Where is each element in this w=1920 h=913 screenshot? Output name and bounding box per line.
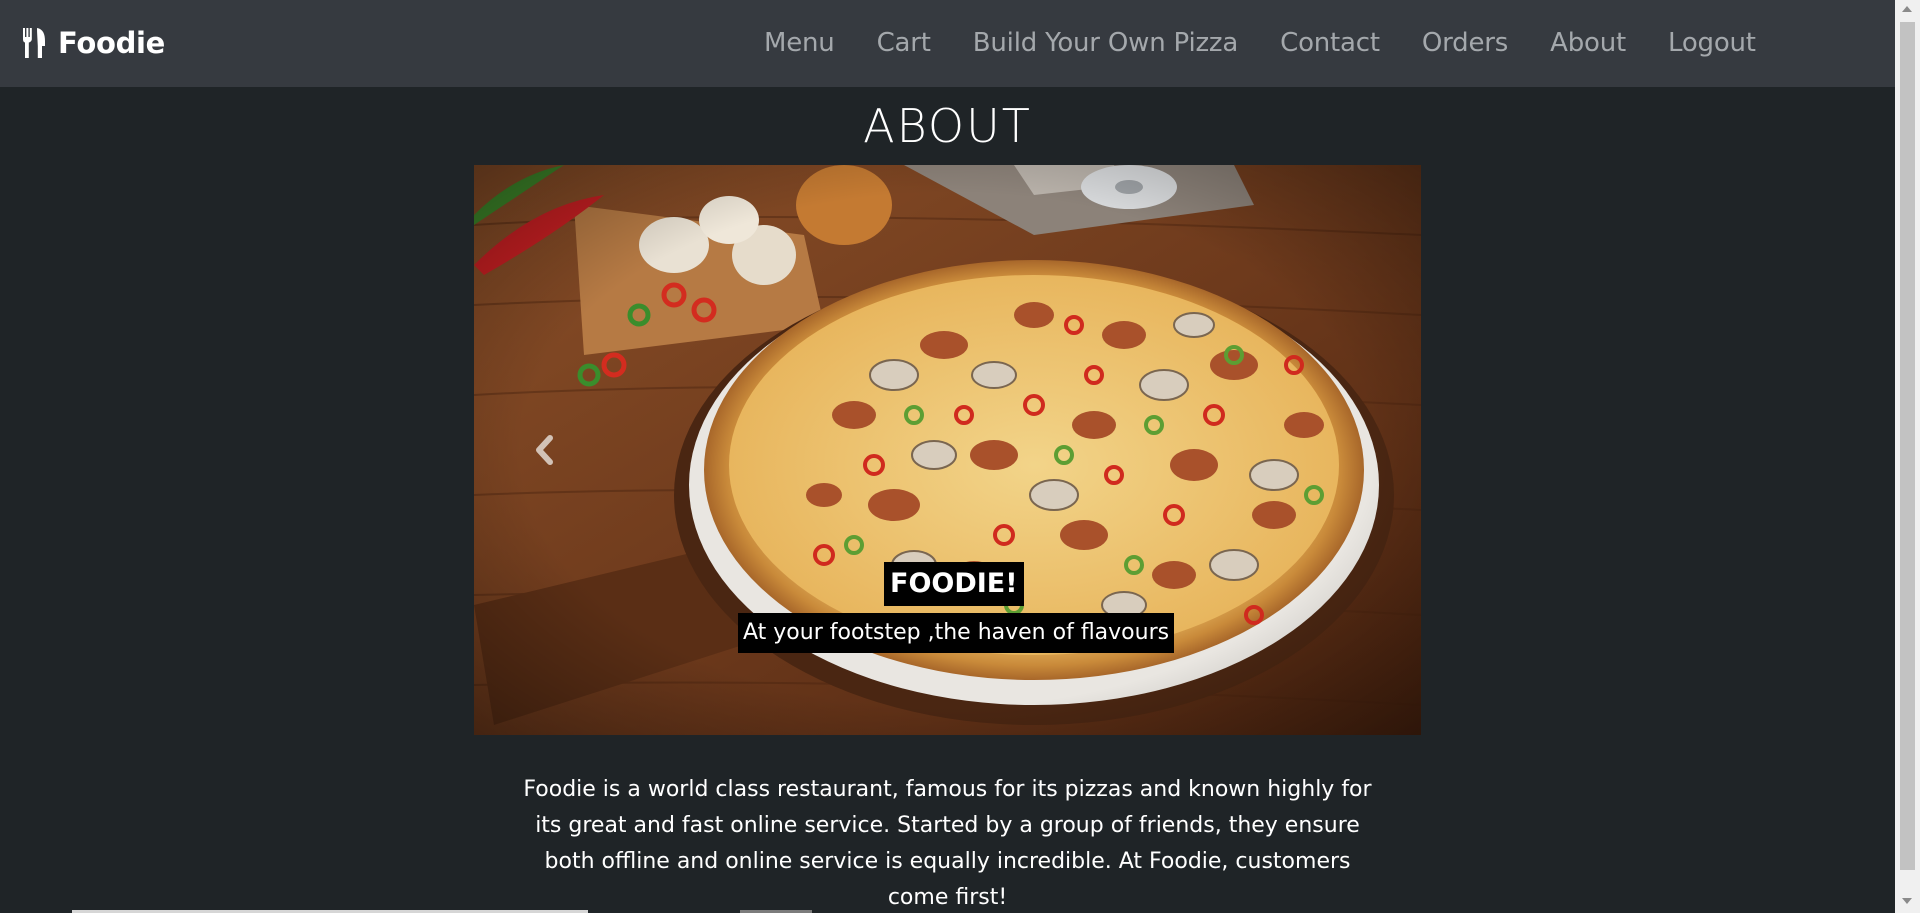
nav-orders[interactable]: Orders bbox=[1422, 28, 1508, 58]
page: Foodie Menu Cart Build Your Own Pizza Co… bbox=[0, 0, 1920, 913]
nav-build-your-own-pizza[interactable]: Build Your Own Pizza bbox=[973, 28, 1239, 58]
carousel-caption-title: FOODIE! bbox=[884, 562, 1024, 606]
scroll-up-arrow-icon[interactable] bbox=[1902, 6, 1912, 12]
nav-cart[interactable]: Cart bbox=[877, 28, 931, 58]
about-carousel[interactable]: FOODIE! At your footstep ,the haven of f… bbox=[474, 165, 1421, 735]
brand-link[interactable]: Foodie bbox=[22, 24, 165, 62]
nav-logout[interactable]: Logout bbox=[1668, 28, 1756, 58]
nav-about[interactable]: About bbox=[1550, 28, 1626, 58]
page-title: ABOUT bbox=[863, 99, 1032, 153]
vertical-scrollbar[interactable] bbox=[1895, 0, 1920, 913]
navbar: Foodie Menu Cart Build Your Own Pizza Co… bbox=[0, 0, 1895, 87]
about-description: Foodie is a world class restaurant, famo… bbox=[523, 777, 1372, 910]
utensils-icon bbox=[23, 28, 45, 58]
scroll-down-arrow-icon[interactable] bbox=[1902, 898, 1912, 904]
brand-name: Foodie bbox=[58, 26, 166, 60]
scrollbar-thumb[interactable] bbox=[1900, 22, 1915, 870]
carousel-caption-subtitle: At your footstep ,the haven of flavours bbox=[738, 613, 1175, 653]
chevron-left-icon[interactable] bbox=[530, 430, 560, 470]
nav-menu[interactable]: Menu bbox=[764, 28, 835, 58]
nav-contact[interactable]: Contact bbox=[1280, 28, 1380, 58]
main-nav: Menu Cart Build Your Own Pizza Contact O… bbox=[764, 22, 1756, 64]
